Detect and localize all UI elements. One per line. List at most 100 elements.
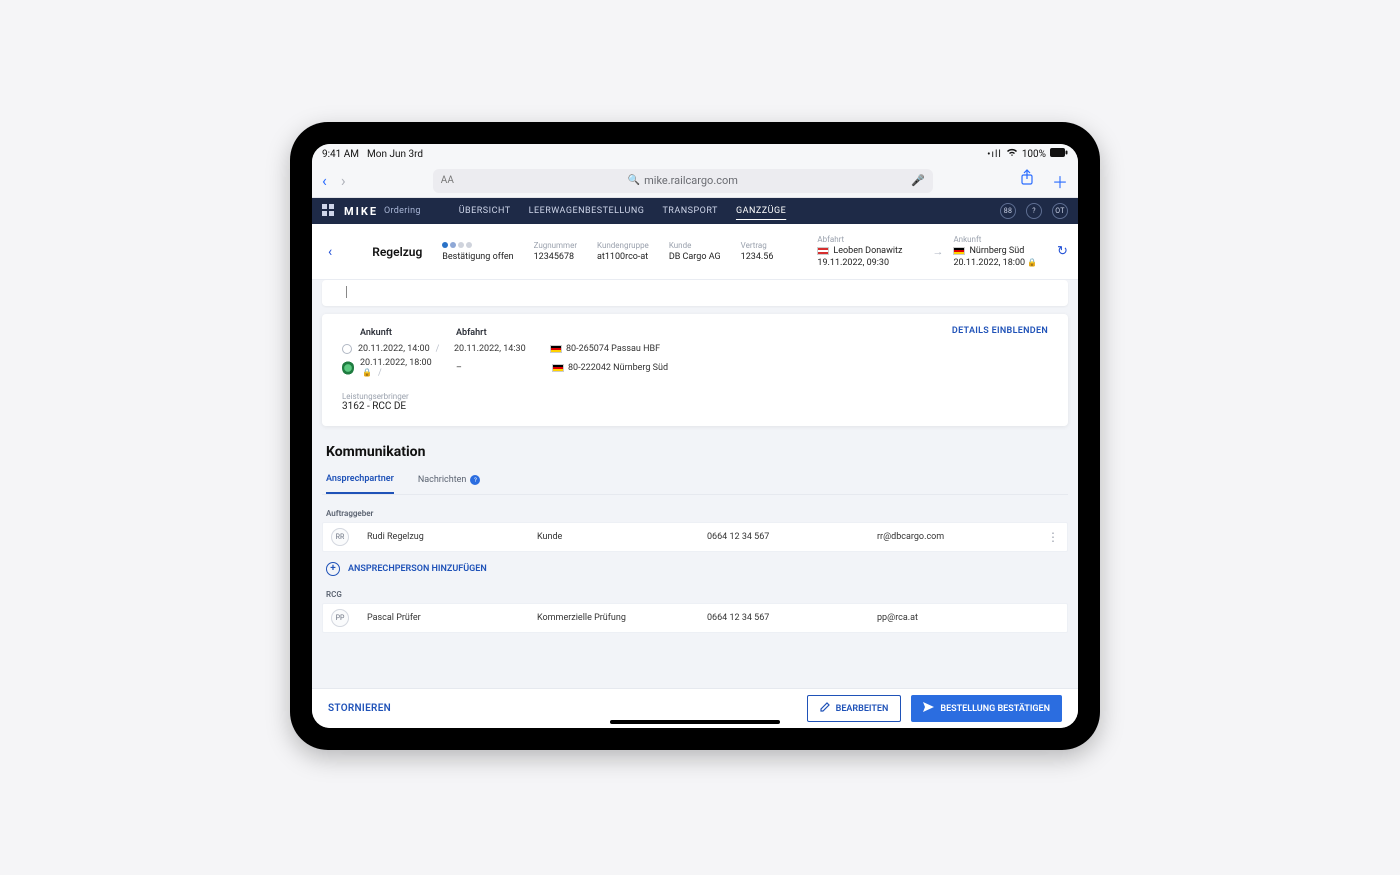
zugnummer-value: 12345678 [534,252,577,262]
route-card: DETAILS EINBLENDEN Ankunft Abfahrt 20.11… [322,314,1068,426]
status-date: Mon Jun 3rd [367,149,423,160]
new-tab-icon[interactable]: ＋ [1052,169,1068,193]
pencil-icon [820,702,830,715]
zugnummer-label: Zugnummer [534,241,577,250]
content-scroll[interactable]: DETAILS EINBLENDEN Ankunft Abfahrt 20.11… [312,280,1078,688]
tab-trains[interactable]: GANZZÜGE [736,206,786,216]
contact-name: Rudi Regelzug [367,532,537,542]
confirm-button[interactable]: BESTELLUNG BESTÄTIGEN [911,695,1062,722]
plus-icon: + [326,562,340,576]
tab-overview[interactable]: ÜBERSICHT [459,206,511,216]
contact-row-rcg: PP Pascal Prüfer Kommerzielle Prüfung 06… [322,603,1068,633]
group-label-rcg: RCG [326,590,1064,599]
ipad-screen: 9:41 AM Mon Jun 3rd •ıll 100% ‹ › AA [312,144,1078,728]
kundengruppe-label: Kundengruppe [597,241,649,250]
tab-contacts[interactable]: Ansprechpartner [326,466,394,494]
details-toggle[interactable]: DETAILS EINBLENDEN [952,326,1048,336]
status-text: Bestätigung offen [442,252,513,262]
add-contact-label: ANSPRECHPERSON HINZUFÜGEN [348,564,487,574]
header-user-avatar[interactable]: OT [1052,203,1068,219]
abfahrt-place: Leoben Donawitz [833,246,902,256]
contact-email: rr@dbcargo.com [877,532,1039,542]
header-badge-1[interactable]: 88 [1000,203,1016,219]
brand-section: Ordering [384,206,421,216]
contact-row-client: RR Rudi Regelzug Kunde 0664 12 34 567 rr… [322,522,1068,552]
cellular-icon: •ıll [987,149,1002,160]
avatar: RR [331,528,349,546]
search-icon: 🔍 [628,175,640,186]
route-1-loc: 80-222042 Nürnberg Süd [568,363,668,373]
contact-email: pp@rca.at [877,613,1039,623]
ipad-frame: 9:41 AM Mon Jun 3rd •ıll 100% ‹ › AA [290,122,1100,750]
abfahrt-time: 19.11.2022, 09:30 [817,258,902,268]
route-row-1: 20.11.2022, 18:00🔒/ – 80-222042 Nürnberg… [342,358,1048,378]
back-button[interactable]: ‹ [328,244,332,260]
contact-role: Kommerzielle Prüfung [537,613,707,623]
browser-forward-icon: › [341,171,346,190]
tab-messages-label: Nachrichten [418,475,467,485]
app-header: MIKE Ordering ÜBERSICHT LEERWAGENBESTELL… [312,198,1078,224]
route-1-ank: 20.11.2022, 18:00 [360,358,432,368]
waypoint-icon [342,344,352,354]
route-0-ank: 20.11.2022, 14:00 [358,344,430,354]
tab-transport[interactable]: TRANSPORT [662,206,718,216]
messages-badge: ? [470,475,480,485]
row-menu-icon[interactable]: ⋮ [1047,530,1059,544]
avatar: PP [331,609,349,627]
group-label-client: Auftraggeber [326,509,1064,518]
vertrag-value: 1234.56 [741,252,774,262]
kunde-value: DB Cargo AG [669,252,721,262]
ankunft-place: Nürnberg Süd [969,246,1024,256]
ankunft-time: 20.11.2022, 18:00 [953,258,1025,268]
kundengruppe-value: at1100rco-at [597,252,649,262]
edit-button[interactable]: BEARBEITEN [807,695,902,722]
edit-label: BEARBEITEN [836,704,889,714]
tab-messages[interactable]: Nachrichten ? [418,466,481,494]
browser-url-field[interactable]: AA 🔍 mike.railcargo.com 🎤 [433,169,933,193]
tab-empty[interactable]: LEERWAGENBESTELLUNG [529,206,645,216]
flag-at-icon [817,247,829,255]
wifi-icon [1006,148,1018,160]
header-help-icon[interactable]: ? [1026,203,1042,219]
status-col: Bestätigung offen [442,242,513,262]
lock-icon: 🔒 [362,368,372,377]
cancel-button[interactable]: STORNIEREN [328,703,391,714]
page-title: Regelzug [372,245,422,259]
top-nav-tabs: ÜBERSICHT LEERWAGENBESTELLUNG TRANSPORT … [459,206,787,216]
apps-grid-icon[interactable] [322,204,334,219]
route-hdr-ankunft: Ankunft [360,328,456,338]
send-icon [923,702,934,715]
action-bar: STORNIEREN BEARBEITEN BESTELLUNG BESTÄTI… [312,688,1078,728]
contact-name: Pascal Prüfer [367,613,537,623]
home-indicator [610,720,780,724]
communication-tabs: Ansprechpartner Nachrichten ? [322,466,1068,495]
brand-logo: MIKE [344,205,378,218]
add-contact-button[interactable]: + ANSPRECHPERSON HINZUFÜGEN [326,562,1064,576]
provider-value: 3162 - RCC DE [342,401,1048,412]
route-1-abf: – [456,363,552,373]
flag-de-icon [552,364,564,372]
contact-phone: 0664 12 34 567 [707,613,877,623]
ankunft-label: Ankunft [953,235,1037,244]
battery-icon [1050,148,1068,160]
history-icon[interactable]: ↻ [1057,244,1068,259]
browser-toolbar: ‹ › AA 🔍 mike.railcargo.com 🎤 ＋ [312,164,1078,198]
route-0-loc: 80-265074 Passau HBF [566,344,660,354]
status-progress-dots [442,242,513,248]
browser-back-icon[interactable]: ‹ [322,171,327,190]
abfahrt-label: Abfahrt [817,235,902,244]
section-title-communication: Kommunikation [326,444,1064,460]
confirm-label: BESTELLUNG BESTÄTIGEN [940,704,1050,714]
share-icon[interactable] [1020,169,1034,193]
kunde-label: Kunde [669,241,721,250]
contact-role: Kunde [537,532,707,542]
battery-percent: 100% [1022,149,1046,160]
route-arrow-icon: → [932,245,943,258]
destination-pin-icon [342,361,354,375]
mic-icon[interactable]: 🎤 [911,174,925,187]
prev-card-fragment [322,280,1068,306]
route-0-abf: 20.11.2022, 14:30 [454,344,550,354]
reader-button[interactable]: AA [441,175,454,186]
route-row-0: 20.11.2022, 14:00/ 20.11.2022, 14:30 80-… [342,344,1048,354]
vertrag-label: Vertrag [741,241,774,250]
